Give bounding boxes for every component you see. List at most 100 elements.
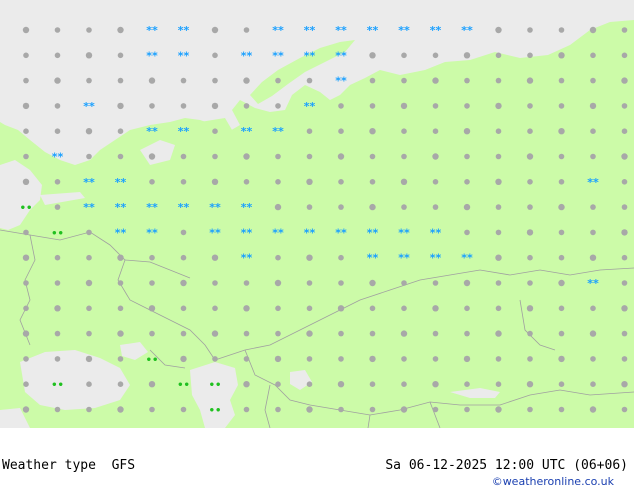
cloud-dot — [432, 280, 439, 286]
cloud-dot — [558, 355, 565, 363]
cloud-dot — [338, 103, 344, 109]
cloud-dot — [180, 77, 187, 84]
map-footer: Weather type GFS Sa 06-12-2025 12:00 UTC… — [0, 428, 634, 490]
cloud-dot — [401, 52, 407, 59]
cloud-dot — [589, 406, 597, 413]
cloud-dot — [369, 330, 376, 337]
cloud-dot — [117, 330, 124, 337]
cloud-dot — [558, 279, 565, 287]
cloud-dot — [149, 179, 155, 185]
cloud-dot — [22, 26, 30, 34]
cloud-dot — [243, 27, 250, 33]
cloud-dot — [558, 203, 565, 211]
cloud-dot — [589, 102, 597, 110]
cloud-dot — [54, 27, 61, 33]
cloud-dot — [621, 305, 628, 312]
cloud-dot — [621, 254, 628, 261]
cloud-dot — [85, 279, 93, 287]
cloud-dot — [464, 305, 470, 312]
cloud-dot — [85, 355, 93, 363]
cloud-dot — [243, 280, 250, 286]
snow-symbol: ** — [304, 49, 316, 62]
cloud-dot — [275, 330, 281, 337]
snow-symbol: ** — [272, 49, 284, 62]
cloud-dot — [212, 128, 218, 134]
cloud-dot — [495, 52, 502, 59]
cloud-dot — [432, 381, 439, 388]
cloud-dot — [54, 204, 61, 210]
cloud-dot — [148, 153, 156, 160]
cloud-dot — [432, 204, 439, 210]
cloud-dot — [86, 254, 92, 261]
snow-symbol: ** — [83, 176, 95, 189]
valid-time: Sa 06-12-2025 12:00 UTC (06+06) — [385, 458, 628, 473]
cloud-dot — [463, 203, 471, 211]
cloud-dot — [463, 52, 471, 59]
cloud-dot — [86, 305, 92, 312]
cloud-dot — [243, 77, 250, 84]
cloud-dot — [117, 381, 124, 388]
cloud-dot — [23, 153, 29, 160]
snow-symbol: ** — [115, 201, 127, 214]
cloud-dot — [558, 406, 565, 413]
snow-symbol: ** — [146, 24, 158, 37]
cloud-dot — [275, 381, 281, 388]
cloud-dot — [558, 103, 565, 109]
cloud-dot — [400, 330, 408, 337]
cloud-dot — [211, 254, 219, 261]
snow-symbol: ** — [587, 176, 599, 189]
cloud-dot — [558, 77, 565, 84]
cloud-dot — [54, 356, 61, 362]
snow-symbol: ** — [398, 252, 410, 265]
cloud-dot — [464, 229, 470, 236]
cloud-dot — [117, 26, 124, 34]
snow-symbol: ** — [241, 201, 253, 214]
cloud-dot — [621, 77, 628, 84]
cloud-dot — [495, 330, 502, 337]
cloud-dot — [22, 406, 30, 413]
cloud-dot — [117, 102, 124, 110]
rain-symbol: •• — [209, 406, 222, 417]
cloud-dot — [369, 52, 376, 59]
credit-link[interactable]: ©weatheronline.co.uk — [492, 475, 614, 488]
snow-symbol: ** — [272, 125, 284, 138]
snow-symbol: ** — [178, 49, 190, 62]
cloud-dot — [369, 406, 376, 413]
cloud-dot — [464, 103, 470, 109]
cloud-dot — [306, 153, 313, 160]
map-canvas: ** ** ** ** ** ** ** ** ** ** ** ** ** ** ** ** ** ** ** **… — [0, 0, 634, 428]
cloud-dot — [495, 204, 502, 210]
cloud-dot — [401, 77, 407, 84]
cloud-dot — [117, 406, 124, 413]
cloud-dot — [464, 179, 470, 185]
snow-symbol: ** — [52, 151, 64, 164]
cloud-dot — [401, 356, 407, 362]
cloud-dot — [54, 103, 61, 109]
cloud-dot — [495, 153, 502, 160]
snow-symbol: ** — [430, 226, 442, 239]
cloud-dot — [527, 254, 533, 261]
cloud-dot — [212, 153, 218, 160]
cloud-dot — [464, 330, 470, 337]
cloud-dot — [23, 305, 29, 312]
cloud-dot — [337, 381, 345, 388]
snow-symbol: ** — [115, 226, 127, 239]
cloud-dot — [589, 26, 597, 34]
cloud-dot — [463, 128, 471, 135]
cloud-dot — [338, 356, 344, 362]
cloud-dot — [22, 178, 30, 185]
snow-symbol: ** — [178, 24, 190, 37]
cloud-dot — [23, 381, 29, 388]
cloud-dot — [590, 229, 596, 236]
cloud-dot — [527, 280, 533, 286]
snow-symbol: ** — [83, 201, 95, 214]
cloud-dot — [86, 77, 92, 84]
cloud-dot — [86, 406, 92, 413]
cloud-dot — [54, 128, 61, 134]
cloud-dot — [495, 229, 502, 236]
cloud-dot — [527, 406, 533, 413]
cloud-dot — [621, 153, 628, 160]
cloud-dot — [23, 128, 29, 134]
cloud-dot — [621, 406, 628, 413]
cloud-dot — [211, 26, 219, 34]
